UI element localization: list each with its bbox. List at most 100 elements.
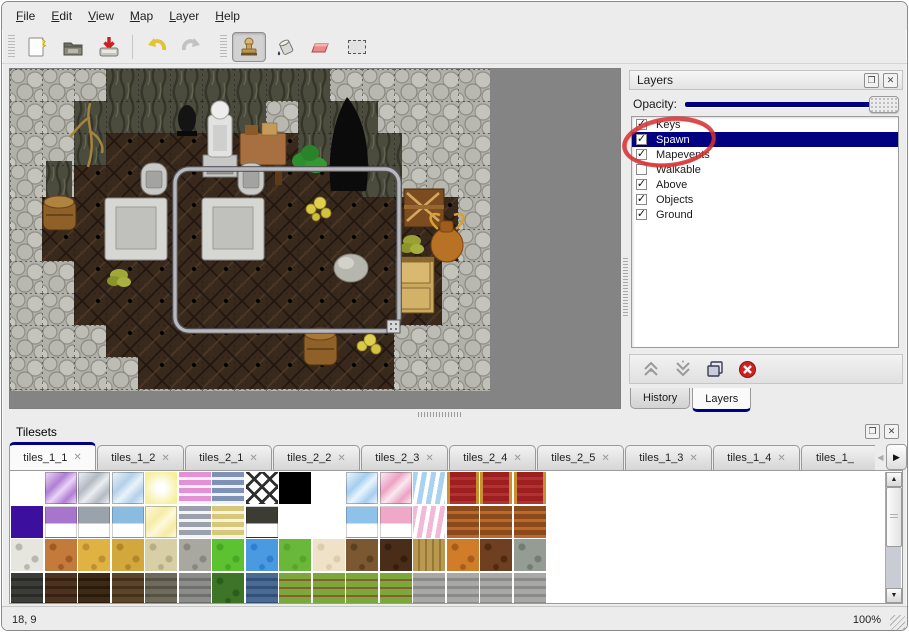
tile-1-2[interactable] (78, 506, 110, 538)
tile-1-0[interactable] (11, 506, 43, 538)
tile-1-9[interactable] (313, 506, 345, 538)
move-layer-down-button[interactable] (670, 358, 696, 380)
tile-2-2[interactable] (78, 539, 110, 571)
tile-0-3[interactable] (112, 472, 144, 504)
tile-1-3[interactable] (112, 506, 144, 538)
menu-item-map[interactable]: Map (122, 6, 161, 26)
tile-2-7[interactable] (246, 539, 278, 571)
tileset-tab-tiles_2_3[interactable]: tiles_2_3✕ (361, 445, 448, 470)
tile-0-12[interactable] (413, 472, 445, 504)
tab-close-icon[interactable]: ✕ (249, 453, 257, 464)
tileset-tab-tiles_1[interactable]: tiles_1_ (801, 445, 875, 470)
tileset-tab-tiles_1_4[interactable]: tiles_1_4✕ (713, 445, 800, 470)
save-file-button[interactable] (92, 32, 126, 62)
delete-layer-button[interactable] (734, 358, 760, 380)
tile-3-0[interactable] (11, 573, 43, 605)
layer-list[interactable]: ✓Keys✓Spawn✓MapeventsWalkable✓Above✓Obje… (631, 116, 899, 348)
tile-1-13[interactable] (447, 506, 479, 538)
tile-0-11[interactable] (380, 472, 412, 504)
menu-item-edit[interactable]: Edit (43, 6, 80, 26)
tab-close-icon[interactable]: ✕ (513, 453, 521, 464)
open-file-button[interactable] (56, 32, 90, 62)
tile-3-14[interactable] (480, 573, 512, 605)
tile-3-6[interactable] (212, 573, 244, 605)
tile-1-5[interactable] (179, 506, 211, 538)
tileset-tab-tiles_1_2[interactable]: tiles_1_2✕ (97, 445, 184, 470)
scroll-down-icon[interactable]: ▼ (886, 588, 902, 603)
tile-0-2[interactable] (78, 472, 110, 504)
tile-0-4[interactable] (145, 472, 177, 504)
toolbar-grip-2[interactable] (220, 35, 227, 59)
dock-splitter-grip[interactable] (623, 258, 628, 318)
scroll-tabs-left-icon[interactable]: ◀ (875, 444, 886, 470)
tile-1-4[interactable] (145, 506, 177, 538)
layer-row-walkable[interactable]: Walkable (632, 162, 898, 177)
menu-item-view[interactable]: View (80, 6, 122, 26)
scroll-up-icon[interactable]: ▲ (886, 472, 902, 487)
tile-0-7[interactable] (246, 472, 278, 504)
tile-1-1[interactable] (45, 506, 77, 538)
tile-0-0[interactable] (11, 472, 43, 504)
tileset-tab-tiles_2_1[interactable]: tiles_2_1✕ (185, 445, 272, 470)
tile-2-4[interactable] (145, 539, 177, 571)
tab-close-icon[interactable]: ✕ (777, 453, 785, 464)
tile-0-6[interactable] (212, 472, 244, 504)
tilesets-close-icon[interactable]: ✕ (884, 424, 899, 439)
tile-2-8[interactable] (279, 539, 311, 571)
menu-item-file[interactable]: File (8, 6, 43, 26)
tile-2-15[interactable] (514, 539, 546, 571)
tile-2-13[interactable] (447, 539, 479, 571)
map-canvas[interactable] (9, 68, 621, 409)
tile-1-6[interactable] (212, 506, 244, 538)
tile-1-14[interactable] (480, 506, 512, 538)
tile-0-10[interactable] (346, 472, 378, 504)
tile-0-5[interactable] (179, 472, 211, 504)
tile-0-15[interactable] (514, 472, 546, 504)
tile-2-14[interactable] (480, 539, 512, 571)
tileset-tab-tiles_2_5[interactable]: tiles_2_5✕ (537, 445, 624, 470)
tile-2-1[interactable] (45, 539, 77, 571)
dock-tab-history[interactable]: History (630, 388, 690, 409)
select-tool-button[interactable] (340, 32, 374, 62)
duplicate-layer-button[interactable] (702, 358, 728, 380)
layer-visibility-checkbox[interactable]: ✓ (636, 119, 647, 130)
float-panel-icon[interactable]: ❐ (864, 73, 879, 88)
layer-visibility-checkbox[interactable]: ✓ (636, 149, 647, 160)
tile-0-9[interactable] (313, 472, 345, 504)
tile-0-13[interactable] (447, 472, 479, 504)
tile-2-10[interactable] (346, 539, 378, 571)
tab-close-icon[interactable]: ✕ (689, 453, 697, 464)
close-panel-icon[interactable]: ✕ (883, 73, 898, 88)
tile-2-6[interactable] (212, 539, 244, 571)
tile-2-12[interactable] (413, 539, 445, 571)
tile-0-14[interactable] (480, 472, 512, 504)
layer-visibility-checkbox[interactable]: ✓ (636, 209, 647, 220)
resize-grip[interactable] (890, 615, 905, 630)
tile-3-5[interactable] (179, 573, 211, 605)
tile-3-10[interactable] (346, 573, 378, 605)
undo-button[interactable] (139, 32, 173, 62)
layer-row-ground[interactable]: ✓Ground (632, 207, 898, 222)
tab-close-icon[interactable]: ✕ (73, 452, 81, 463)
tile-0-8[interactable] (279, 472, 311, 504)
tileset-tab-tiles_2_4[interactable]: tiles_2_4✕ (449, 445, 536, 470)
tile-2-5[interactable] (179, 539, 211, 571)
tile-3-15[interactable] (514, 573, 546, 605)
layer-row-mapevents[interactable]: ✓Mapevents (632, 147, 898, 162)
tile-1-11[interactable] (380, 506, 412, 538)
tile-2-11[interactable] (380, 539, 412, 571)
layer-row-keys[interactable]: ✓Keys (632, 117, 898, 132)
new-file-button[interactable] (20, 32, 54, 62)
redo-button[interactable] (175, 32, 209, 62)
tile-1-12[interactable] (413, 506, 445, 538)
layer-visibility-checkbox[interactable]: ✓ (636, 194, 647, 205)
layer-visibility-checkbox[interactable]: ✓ (636, 179, 647, 190)
layer-row-above[interactable]: ✓Above (632, 177, 898, 192)
tile-3-12[interactable] (413, 573, 445, 605)
tile-3-13[interactable] (447, 573, 479, 605)
layer-row-objects[interactable]: ✓Objects (632, 192, 898, 207)
tilesets-float-icon[interactable]: ❐ (865, 424, 880, 439)
layer-visibility-checkbox[interactable] (636, 164, 647, 175)
move-layer-up-button[interactable] (638, 358, 664, 380)
tile-1-7[interactable] (246, 506, 278, 538)
